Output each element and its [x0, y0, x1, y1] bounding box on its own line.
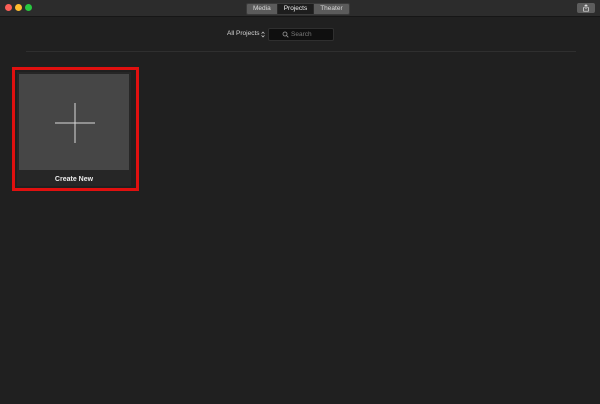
share-icon — [583, 4, 589, 12]
projects-filter-label: All Projects — [227, 30, 260, 37]
tab-media[interactable]: Media — [247, 4, 278, 14]
share-button[interactable] — [577, 3, 595, 13]
maximize-window-button[interactable] — [25, 4, 32, 11]
toolbar-divider — [26, 51, 576, 52]
projects-filter-select[interactable]: All Projects — [227, 29, 265, 39]
close-window-button[interactable] — [5, 4, 12, 11]
view-switcher: Media Projects Theater — [246, 3, 350, 15]
tab-projects[interactable]: Projects — [277, 4, 315, 14]
create-new-thumbnail[interactable] — [19, 74, 129, 170]
tab-theater[interactable]: Theater — [314, 4, 349, 14]
title-bar: Media Projects Theater — [0, 0, 600, 17]
search-field[interactable] — [268, 28, 334, 41]
search-icon — [282, 31, 289, 38]
create-new-label: Create New — [54, 176, 94, 183]
plus-icon — [55, 103, 95, 143]
minimize-window-button[interactable] — [15, 4, 22, 11]
imovie-window: Media Projects Theater All Projects Sear… — [0, 0, 600, 404]
search-input[interactable] — [291, 31, 331, 38]
chevron-updown-icon — [260, 30, 265, 38]
create-new-project-tile[interactable]: Create New — [17, 72, 131, 186]
